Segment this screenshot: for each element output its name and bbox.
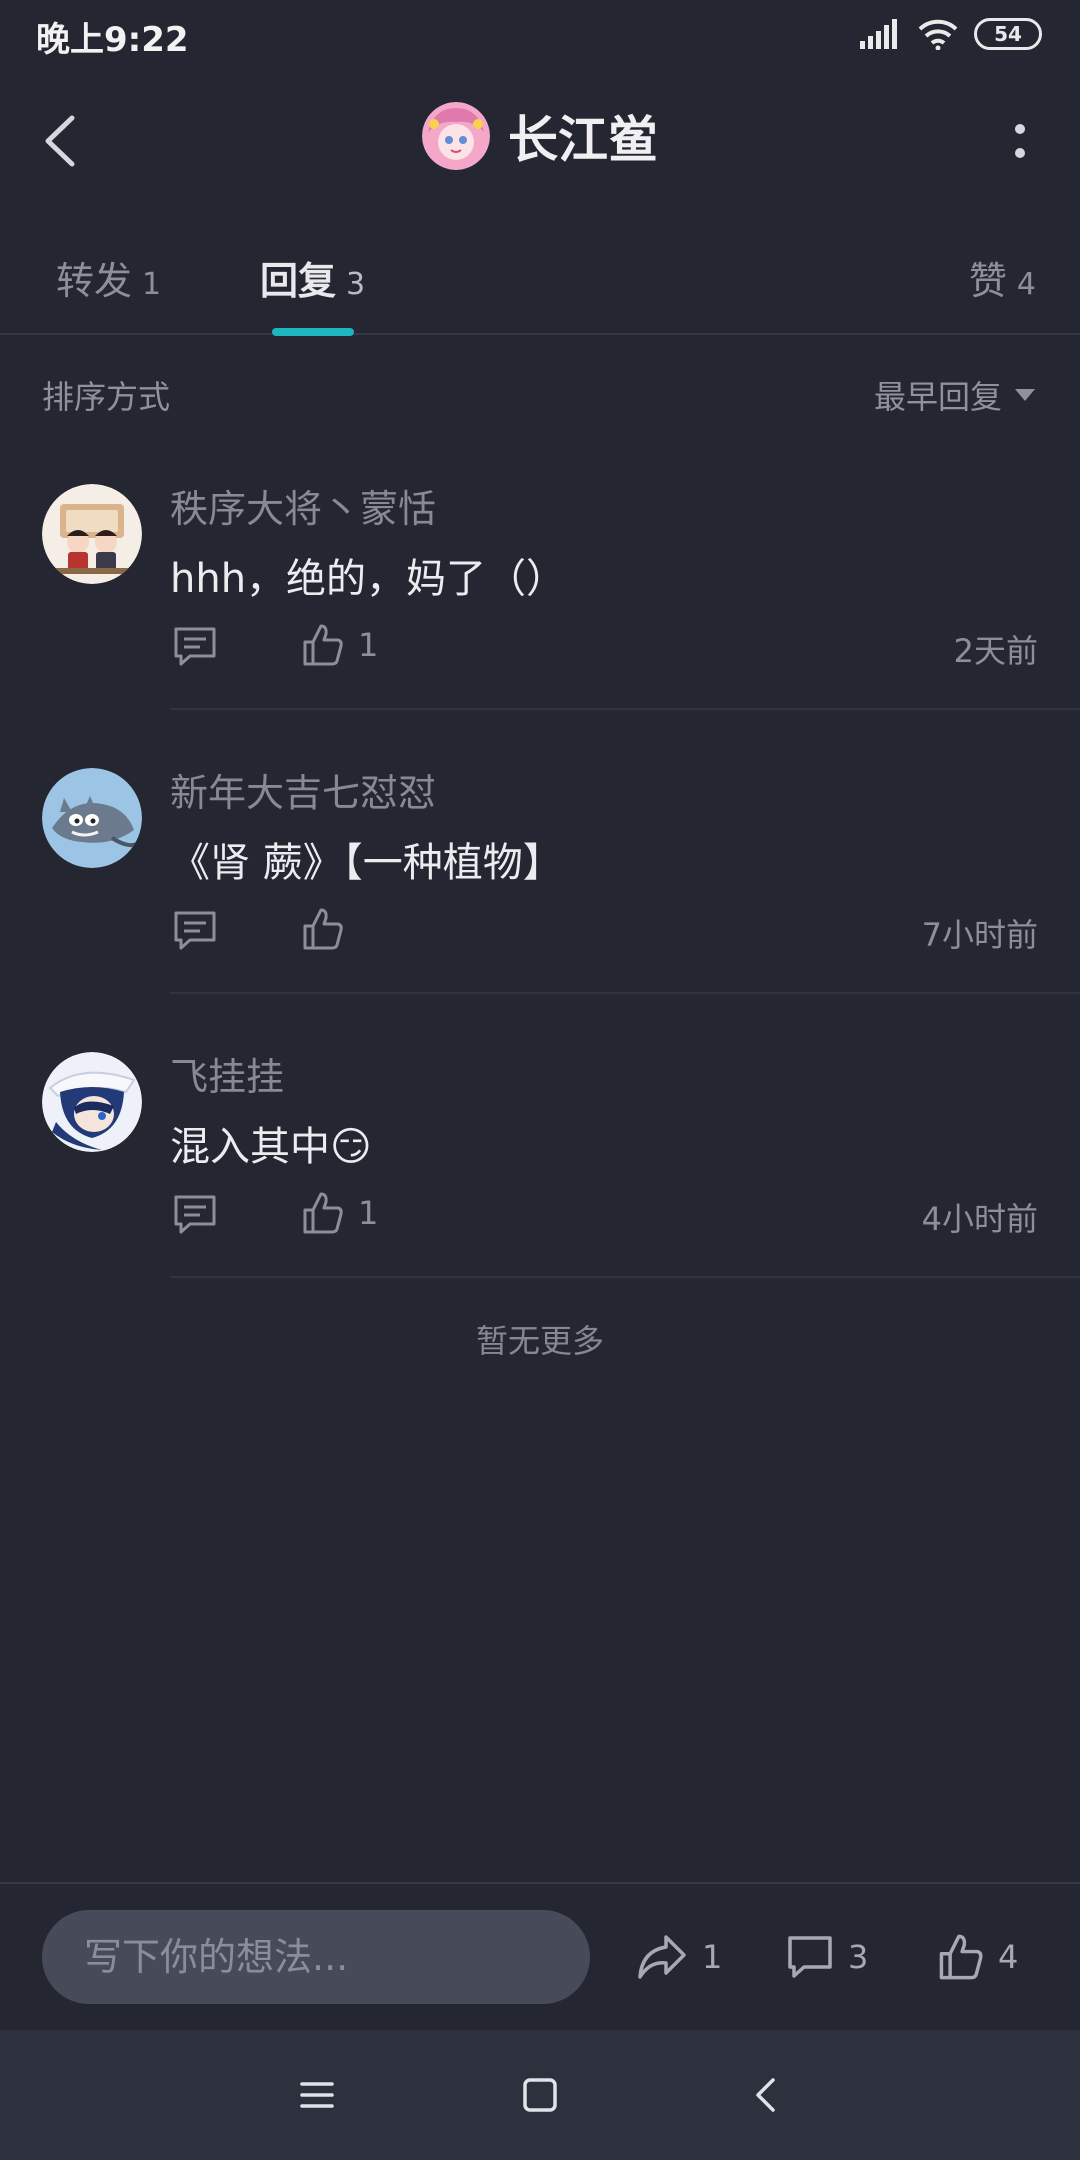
tab-likes-count: 4 [1016,267,1036,302]
status-time: 晚上9:22 [36,20,189,60]
back-nav-icon[interactable] [744,2072,790,2118]
tab-replies-label: 回复 [260,259,337,303]
repost-button[interactable]: 1 [636,1928,722,1986]
comment-item: 新年大吉七怼怼 《肾 蕨》【一种植物】 7小时前 [0,768,1080,1052]
tab-repost-count: 1 [142,267,162,302]
comment-count: 3 [848,1938,869,1976]
comment-item: 飞挂挂 混入其中😏 1 4小时前 [0,1052,1080,1336]
reply-icon[interactable] [172,1192,218,1238]
post-author-avatar[interactable] [422,102,490,170]
home-icon[interactable] [517,2072,563,2118]
comment-divider [170,1276,1080,1278]
like-total-count: 4 [998,1938,1019,1976]
tab-likes[interactable]: 赞4 [969,250,1036,305]
caret-down-icon [1015,389,1035,401]
sort-label: 排序方式 [42,378,171,416]
tab-repost[interactable]: 转发 1 [56,250,161,305]
tabs-divider [0,333,1080,335]
like-button[interactable]: 4 [938,1928,1018,1986]
signal-icon [860,19,897,49]
wifi-icon [918,19,958,50]
tab-likes-label: 赞 [968,259,1007,303]
commenter-name[interactable]: 新年大吉七怼怼 [170,762,436,817]
sort-value: 最早回复 [873,378,1002,416]
like-icon[interactable] [302,906,344,952]
sort-dropdown[interactable]: 最早回复 [874,372,1036,418]
like-count: 1 [358,1194,379,1232]
status-icons: 54 [860,16,1042,52]
reply-input[interactable]: 写下你的想法... [42,1910,590,2004]
battery-indicator: 54 [974,18,1042,50]
commenter-name[interactable]: 飞挂挂 [170,1046,284,1101]
menu-icon[interactable] [294,2072,340,2118]
commenter-avatar[interactable] [42,768,142,868]
post-author-name: 长江鲎 [508,111,658,169]
header-title: 长江鲎 [0,100,1080,172]
comment-item: 秩序大将丶蒙恬 hhh，绝的，妈了（） 1 2天前 [0,484,1080,768]
repost-count: 1 [702,1938,723,1976]
reply-icon[interactable] [172,624,218,670]
commenter-name[interactable]: 秩序大将丶蒙恬 [170,478,436,533]
tab-replies-count: 3 [346,267,366,302]
comment-icon [788,1936,832,1978]
commenter-avatar[interactable] [42,484,142,584]
reply-icon[interactable] [172,908,218,954]
active-tab-indicator [272,328,354,336]
comment-text: 混入其中😏 [170,1124,372,1170]
tab-replies[interactable]: 回复 3 [260,250,365,305]
comment-time: 4小时前 [921,1200,1038,1238]
no-more-text: 暂无更多 [475,1322,604,1360]
like-icon[interactable] [302,622,344,668]
comment-text: hhh，绝的，妈了（） [170,556,567,602]
tab-repost-label: 转发 [56,259,133,303]
like-icon[interactable] [302,1190,344,1236]
battery-level: 54 [994,22,1022,46]
comment-time: 2天前 [953,632,1038,670]
comment-time: 7小时前 [921,916,1038,954]
more-options-icon[interactable] [1010,120,1030,164]
comment-divider [170,708,1080,710]
share-icon [638,1935,686,1979]
comment-divider [170,992,1080,994]
bottom-bar-divider [0,1882,1080,1884]
thumbs-up-icon [939,1934,983,1980]
comment-text: 《肾 蕨》【一种植物】 [170,840,563,886]
commenter-avatar[interactable] [42,1052,142,1152]
comment-button[interactable]: 3 [786,1928,868,1986]
like-count: 1 [358,626,379,664]
